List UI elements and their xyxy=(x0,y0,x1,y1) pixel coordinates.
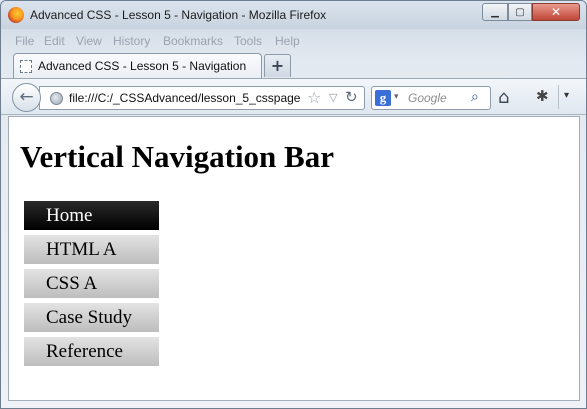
window-title: Advanced CSS - Lesson 5 - Navigation - M… xyxy=(30,8,327,22)
browser-window: Advanced CSS - Lesson 5 - Navigation - M… xyxy=(0,0,587,409)
page-content: Vertical Navigation Bar Home HTML A CSS … xyxy=(8,116,580,401)
url-dropdown-icon[interactable]: ▽ xyxy=(329,91,337,104)
search-engine-dropdown-icon[interactable]: ▾ xyxy=(394,92,399,102)
addon-icon[interactable]: ✱ xyxy=(536,87,549,105)
nav-link-css-a[interactable]: CSS A xyxy=(24,269,159,298)
menu-view[interactable]: View xyxy=(76,34,102,48)
title-bar: Advanced CSS - Lesson 5 - Navigation - M… xyxy=(1,1,586,29)
page-title: Vertical Navigation Bar xyxy=(20,139,334,174)
menu-help[interactable]: Help xyxy=(275,34,300,48)
google-icon[interactable]: g xyxy=(375,90,391,106)
tab-label: Advanced CSS - Lesson 5 - Navigation xyxy=(38,59,247,73)
search-bar[interactable]: g ▾ Google ⌕ xyxy=(371,86,491,110)
page-icon xyxy=(20,60,32,73)
toolbar-separator xyxy=(558,85,559,109)
navigation-toolbar: file:///C:/_CSSAdvanced/lesson_5_csspage… xyxy=(1,78,586,115)
maximize-button[interactable]: ▢ xyxy=(508,3,532,21)
url-bar[interactable]: file:///C:/_CSSAdvanced/lesson_5_csspage… xyxy=(39,86,365,110)
menu-bar: File Edit View History Bookmarks Tools H… xyxy=(1,32,586,50)
search-icon[interactable]: ⌕ xyxy=(471,89,479,105)
close-button[interactable]: ✕ xyxy=(532,3,580,21)
menu-tools[interactable]: Tools xyxy=(234,34,262,48)
firefox-logo-icon xyxy=(8,7,24,23)
vertical-nav: Home HTML A CSS A Case Study Reference xyxy=(24,201,159,371)
nav-link-home[interactable]: Home xyxy=(24,201,159,230)
url-text[interactable]: file:///C:/_CSSAdvanced/lesson_5_csspage… xyxy=(69,91,301,105)
star-icon[interactable]: ☆ xyxy=(307,88,321,107)
home-icon[interactable]: ⌂ xyxy=(498,87,509,108)
minimize-button[interactable]: ▁ xyxy=(482,3,508,21)
toolbar-menu-dropdown-icon[interactable]: ▾ xyxy=(564,90,569,101)
nav-link-case-study[interactable]: Case Study xyxy=(24,303,159,332)
menu-bookmarks[interactable]: Bookmarks xyxy=(163,34,223,48)
search-placeholder[interactable]: Google xyxy=(408,91,447,105)
nav-link-html-a[interactable]: HTML A xyxy=(24,235,159,264)
reload-icon[interactable]: ↻ xyxy=(345,88,358,106)
menu-history[interactable]: History xyxy=(113,34,150,48)
back-button[interactable]: ← xyxy=(12,83,41,112)
menu-file[interactable]: File xyxy=(15,34,34,48)
new-tab-button[interactable]: + xyxy=(264,54,291,77)
globe-icon xyxy=(50,92,63,105)
nav-link-reference[interactable]: Reference xyxy=(24,337,159,366)
menu-edit[interactable]: Edit xyxy=(44,34,65,48)
tab-active[interactable]: Advanced CSS - Lesson 5 - Navigation xyxy=(13,53,262,79)
